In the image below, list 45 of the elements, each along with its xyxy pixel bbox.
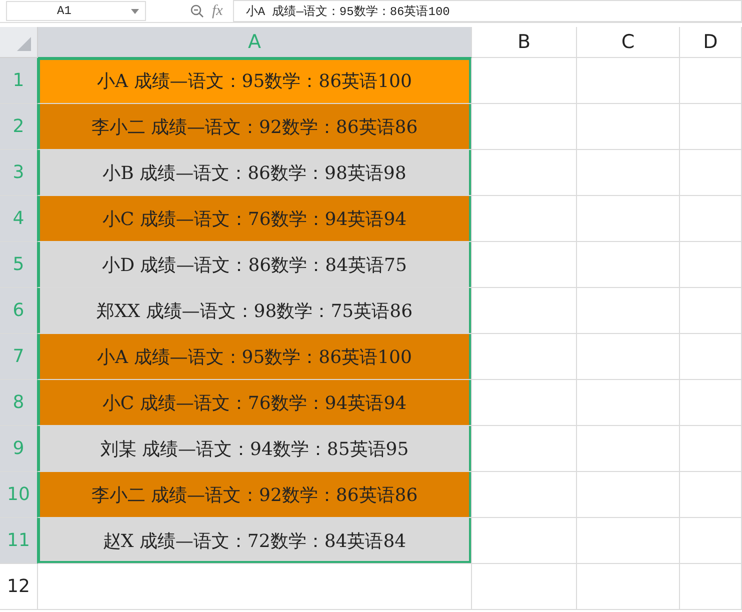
row-header[interactable]: 5 xyxy=(0,242,38,288)
empty-cell xyxy=(680,472,742,518)
table-cell: 赵X 成绩—语文：72数学：84英语84 xyxy=(38,518,472,564)
table-cell: 小D 成绩—语文：86数学：84英语75 xyxy=(38,242,472,288)
row-header[interactable]: 9 xyxy=(0,426,38,472)
row-header[interactable]: 1 xyxy=(0,58,38,104)
empty-cell xyxy=(680,518,742,564)
row-header[interactable]: 3 xyxy=(0,150,38,196)
formula-field[interactable]: 小A 成绩—语文：95数学：86英语100 xyxy=(232,0,742,22)
empty-cell xyxy=(680,380,742,426)
row-header[interactable]: 6 xyxy=(0,288,38,334)
empty-cell xyxy=(680,288,742,334)
caret-icon xyxy=(131,8,139,14)
empty-cell xyxy=(680,150,742,196)
zoom-icon[interactable] xyxy=(190,4,204,18)
empty-cell xyxy=(680,104,742,150)
function-label[interactable]: fx xyxy=(212,2,223,20)
empty-cell xyxy=(680,334,742,380)
corner-triangle-icon xyxy=(17,37,31,51)
table-cell: 李小二 成绩—语文：92数学：86英语86 xyxy=(38,104,472,150)
row-header[interactable]: 12 xyxy=(0,564,38,610)
table-cell: 小C 成绩—语文：76数学：94英语94 xyxy=(38,196,472,242)
column-header[interactable]: A xyxy=(38,27,472,58)
table-cell: 小A 成绩—语文：95数学：86英语100 xyxy=(38,334,472,380)
empty-cell xyxy=(680,58,742,104)
table-cell: 郑XX 成绩—语文：98数学：75英语86 xyxy=(38,288,472,334)
column-header[interactable]: B xyxy=(472,27,577,58)
row-header[interactable]: 7 xyxy=(0,334,38,380)
row-header[interactable]: 4 xyxy=(0,196,38,242)
row-header[interactable]: 2 xyxy=(0,104,38,150)
table-cell: 刘某 成绩—语文：94数学：85英语95 xyxy=(38,426,472,472)
table-cell: 小B 成绩—语文：86数学：98英语98 xyxy=(38,150,472,196)
table-cell: 李小二 成绩—语文：92数学：86英语86 xyxy=(38,472,472,518)
empty-cell xyxy=(680,564,742,610)
empty-cell xyxy=(680,242,742,288)
column-header[interactable]: D xyxy=(680,27,742,58)
table-cell: 小A 成绩—语文：95数学：86英语100 xyxy=(38,58,472,104)
column-header[interactable]: C xyxy=(577,27,680,58)
name-box[interactable]: A1 xyxy=(6,1,146,21)
empty-cell xyxy=(680,426,742,472)
empty-cell xyxy=(680,196,742,242)
row-header[interactable]: 8 xyxy=(0,380,38,426)
row-header[interactable]: 10 xyxy=(0,472,38,518)
table-cell: 小C 成绩—语文：76数学：94英语94 xyxy=(38,380,472,426)
row-header[interactable]: 11 xyxy=(0,518,38,564)
